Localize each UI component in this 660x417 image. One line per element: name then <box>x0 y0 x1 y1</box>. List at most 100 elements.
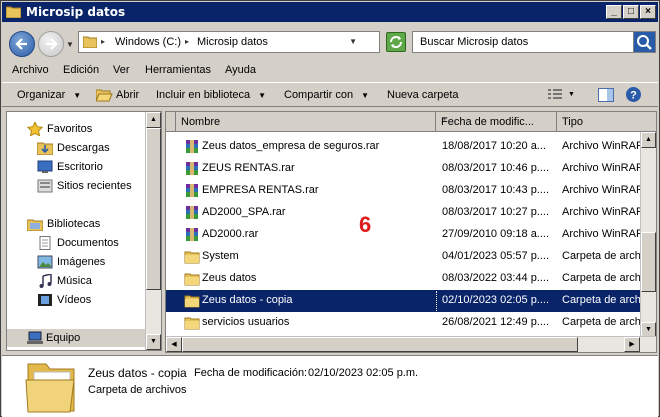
search-input[interactable]: Buscar Microsip datos <box>420 36 528 48</box>
column-header-date[interactable]: Fecha de modific... ▼ <box>436 112 557 132</box>
search-button[interactable] <box>633 32 655 52</box>
column-header-name[interactable]: Nombre <box>176 112 436 132</box>
include-library-button[interactable]: Incluir en biblioteca ▼ <box>156 89 266 101</box>
file-row[interactable]: EMPRESA RENTAS.rar 08/03/2017 10:43 p....… <box>166 180 644 202</box>
list-horizontal-scrollbar[interactable]: ◀ ▶ <box>166 336 656 352</box>
file-row[interactable]: AD2000.rar 27/09/2010 09:18 a.... Archivo … <box>166 224 644 246</box>
file-row[interactable]: Zeus datos_empresa de seguros.rar 18/08/2… <box>166 136 644 158</box>
rar-archive-icon <box>184 205 200 221</box>
file-type: Carpeta de archi <box>562 272 644 284</box>
file-list: Nombre Fecha de modific... ▼ Tipo Zeus da… <box>165 111 657 353</box>
chevron-down-icon[interactable]: ▼ <box>568 91 575 98</box>
nav-computer[interactable]: Equipo <box>7 329 146 347</box>
svg-text:?: ? <box>630 90 637 102</box>
forward-button[interactable] <box>38 31 64 57</box>
folder-icon <box>184 249 200 265</box>
menu-edicion[interactable]: Edición <box>63 64 99 76</box>
arrow-right-icon <box>46 38 58 50</box>
chevron-right-icon[interactable]: ▸ <box>185 37 189 46</box>
column-header-type[interactable]: Tipo <box>557 112 656 132</box>
help-icon[interactable]: ? <box>625 86 642 103</box>
arrow-left-icon <box>15 38 27 50</box>
nav-desktop-label: Escritorio <box>57 161 103 173</box>
rar-archive-icon <box>184 183 200 199</box>
maximize-button[interactable]: □ <box>623 5 639 19</box>
chevron-down-icon: ▼ <box>258 91 267 100</box>
nav-scroll-thumb[interactable] <box>146 128 161 290</box>
file-name: AD2000.rar <box>202 228 259 240</box>
address-bar[interactable]: ▸ Windows (C:) ▸ Microsip datos ▼ <box>78 31 380 53</box>
star-icon <box>27 122 43 136</box>
share-button[interactable]: Compartir con ▼ <box>284 89 369 101</box>
nav-documents-label: Documentos <box>57 237 119 249</box>
rar-archive-icon <box>184 161 200 177</box>
file-name: ZEUS RENTAS.rar <box>202 162 295 174</box>
folder-icon <box>25 363 75 413</box>
open-folder-icon <box>96 89 113 102</box>
scroll-down-button[interactable]: ▼ <box>146 334 161 350</box>
scroll-left-button[interactable]: ◀ <box>166 337 182 352</box>
file-type: Archivo WinRAR <box>562 140 644 152</box>
menu-herramientas[interactable]: Herramientas <box>145 64 211 76</box>
breadcrumb-folder[interactable]: Microsip datos <box>197 36 268 48</box>
menu-archivo[interactable]: Archivo <box>12 64 49 76</box>
file-date: 08/03/2017 10:27 p.... <box>442 206 550 218</box>
file-date: 08/03/2017 10:46 p.... <box>442 162 550 174</box>
folder-icon <box>184 315 200 331</box>
include-label: Incluir en biblioteca <box>156 89 251 101</box>
file-date: 18/08/2017 10:20 a... <box>442 140 546 152</box>
file-name: System <box>202 250 239 262</box>
preview-pane-icon[interactable] <box>598 88 614 102</box>
column-spacer <box>166 112 176 132</box>
documents-icon <box>39 236 51 250</box>
recent-pages-dropdown[interactable]: ▼ <box>66 40 74 49</box>
file-date: 08/03/2022 03:44 p.... <box>442 272 550 284</box>
nav-recent-label: Sitios recientes <box>57 180 132 192</box>
scroll-up-button[interactable]: ▲ <box>146 112 161 128</box>
menu-bar: Archivo Edición Ver Herramientas Ayuda <box>2 62 658 82</box>
minimize-button[interactable]: _ <box>606 5 622 19</box>
rar-archive-icon <box>184 139 200 155</box>
file-row[interactable]: ZEUS RENTAS.rar 08/03/2017 10:46 p.... Arc… <box>166 158 644 180</box>
refresh-button[interactable] <box>386 32 406 52</box>
file-type: Carpeta de archi <box>562 316 644 328</box>
menu-ayuda[interactable]: Ayuda <box>225 64 256 76</box>
file-row[interactable]: System 04/01/2023 05:57 p.... Carpeta de a… <box>166 246 643 268</box>
menu-ver[interactable]: Ver <box>113 64 130 76</box>
desktop-icon <box>37 160 53 173</box>
back-button[interactable] <box>9 31 35 57</box>
file-row[interactable]: Zeus datos 08/03/2022 03:44 p.... Carpeta … <box>166 268 644 290</box>
chevron-right-icon[interactable]: ▸ <box>101 37 105 46</box>
folder-icon <box>184 293 200 309</box>
file-row[interactable]: Zeus datos - copia 02/10/2023 02:05 p....… <box>166 290 643 312</box>
scroll-up-button[interactable]: ▲ <box>641 132 656 148</box>
list-scroll-thumb[interactable] <box>641 232 656 292</box>
file-row[interactable]: servicios usuarios 26/08/2021 12:49 p....… <box>166 312 644 334</box>
file-row[interactable]: AD2000_SPA.rar 08/03/2017 10:27 p.... Arch… <box>166 202 644 224</box>
search-box[interactable]: Buscar Microsip datos <box>412 31 656 53</box>
folder-icon <box>83 36 97 48</box>
close-button[interactable]: × <box>640 5 656 19</box>
file-name: Zeus datos_empresa de seguros.rar <box>202 140 380 152</box>
navigation-pane: Favoritos Descargas Escritorio Sitios re… <box>6 111 162 351</box>
open-button[interactable]: Abrir <box>96 89 139 102</box>
libraries-icon <box>27 219 43 231</box>
breadcrumb-drive[interactable]: Windows (C:) <box>115 36 181 48</box>
folder-icon <box>6 6 21 18</box>
new-folder-button[interactable]: Nueva carpeta <box>387 89 459 101</box>
file-type: Archivo WinRAR <box>562 162 644 174</box>
title-bar[interactable]: Microsip datos _ □ × <box>2 2 658 22</box>
organize-button[interactable]: Organizar ▼ <box>17 89 81 101</box>
list-hscroll-thumb[interactable] <box>182 337 578 352</box>
scroll-right-button[interactable]: ▶ <box>624 337 640 352</box>
view-options-icon[interactable] <box>548 89 562 101</box>
chevron-down-icon: ▼ <box>441 116 448 123</box>
address-row: ▼ ▸ Windows (C:) ▸ Microsip datos ▼ Busc… <box>2 22 658 62</box>
nav-images-label: Imágenes <box>57 256 106 268</box>
list-vertical-scrollbar[interactable]: ▲ ▼ <box>640 132 656 352</box>
file-name: Zeus datos <box>202 272 257 284</box>
nav-scrollbar[interactable]: ▲ ▼ <box>145 112 161 350</box>
address-dropdown[interactable]: ▼ <box>349 37 357 46</box>
partial-row <box>166 132 642 135</box>
file-name: servicios usuarios <box>202 316 290 328</box>
